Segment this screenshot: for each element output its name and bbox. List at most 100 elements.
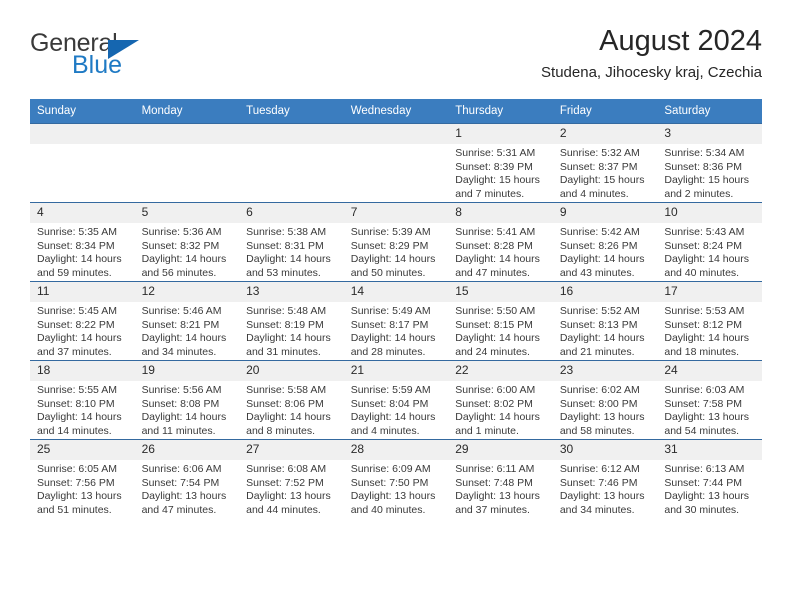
sunset-text: Sunset: 8:12 PM <box>664 318 743 331</box>
calendar-day-cell[interactable]: 11 Sunrise: 5:45 AM Sunset: 8:22 PM Dayligh… <box>30 281 135 361</box>
daylight-text-line2: and 44 minutes. <box>246 503 321 516</box>
sunrise-text: Sunrise: 5:56 AM <box>141 384 222 396</box>
calendar-day-cell[interactable]: 8 Sunrise: 5:41 AM Sunset: 8:28 PM Daylight… <box>448 202 553 282</box>
daylight-text-line2: and 31 minutes. <box>246 345 321 358</box>
calendar-week-row: 25 Sunrise: 6:05 AM Sunset: 7:56 PM Dayligh… <box>30 439 762 518</box>
calendar-day-cell[interactable]: 21 Sunrise: 5:59 AM Sunset: 8:04 PM Dayligh… <box>343 360 449 440</box>
daylight-text-line2: and 34 minutes. <box>559 503 635 516</box>
daylight-text-line1: Daylight: 14 hours <box>559 253 645 266</box>
daylight-text-line2: and 37 minutes. <box>455 503 530 516</box>
calendar-day-cell[interactable]: 23 Sunrise: 6:02 AM Sunset: 8:00 PM Dayligh… <box>552 360 658 440</box>
daylight-text-line1: Daylight: 14 hours <box>246 411 331 424</box>
daylight-text-line1: Daylight: 13 hours <box>559 411 645 424</box>
calendar-day-cell[interactable]: 16 Sunrise: 5:52 AM Sunset: 8:13 PM Dayligh… <box>552 281 658 361</box>
daylight-text-line2: and 14 minutes. <box>37 424 112 437</box>
calendar-day-cell[interactable]: 17 Sunrise: 5:53 AM Sunset: 8:12 PM Dayligh… <box>657 281 762 361</box>
day-details: Sunrise: 6:02 AM Sunset: 8:00 PM Daylight:… <box>553 381 658 438</box>
day-number: 28 <box>343 440 449 460</box>
calendar-day-cell[interactable]: 3 Sunrise: 5:34 AM Sunset: 8:36 PM Daylight… <box>657 123 762 203</box>
sunset-text: Sunset: 8:19 PM <box>246 318 324 331</box>
sunset-text: Sunset: 7:58 PM <box>664 397 743 410</box>
calendar-day-cell[interactable]: 29 Sunrise: 6:11 AM Sunset: 7:48 PM Dayligh… <box>448 439 553 518</box>
brand-logo[interactable]: General Blue <box>30 22 200 78</box>
day-number: 26 <box>134 440 240 460</box>
sunset-text: Sunset: 8:02 PM <box>455 397 533 410</box>
sunset-text: Sunset: 8:31 PM <box>246 239 324 252</box>
calendar-day-cell[interactable]: 24 Sunrise: 6:03 AM Sunset: 7:58 PM Dayligh… <box>657 360 762 440</box>
daylight-text-line2: and 40 minutes. <box>664 266 740 279</box>
calendar-day-cell[interactable]: 4 Sunrise: 5:35 AM Sunset: 8:34 PM Daylight… <box>30 202 135 282</box>
calendar-day-cell[interactable]: 27 Sunrise: 6:08 AM Sunset: 7:52 PM Dayligh… <box>239 439 344 518</box>
daylight-text-line2: and 43 minutes. <box>559 266 635 279</box>
calendar-day-cell[interactable]: 12 Sunrise: 5:46 AM Sunset: 8:21 PM Dayligh… <box>134 281 240 361</box>
calendar-day-cell[interactable]: 18 Sunrise: 5:55 AM Sunset: 8:10 PM Dayligh… <box>30 360 135 440</box>
calendar-day-cell[interactable]: 25 Sunrise: 6:05 AM Sunset: 7:56 PM Dayligh… <box>30 439 135 518</box>
day-number: 20 <box>239 361 344 381</box>
day-details: Sunrise: 6:03 AM Sunset: 7:58 PM Daylight:… <box>657 381 762 438</box>
sunrise-text: Sunrise: 6:12 AM <box>559 463 640 475</box>
day-number: 19 <box>134 361 240 381</box>
calendar-day-cell[interactable]: 28 Sunrise: 6:09 AM Sunset: 7:50 PM Dayligh… <box>343 439 449 518</box>
day-details: Sunrise: 5:41 AM Sunset: 8:28 PM Daylight:… <box>448 223 553 280</box>
calendar-day-cell[interactable]: 6 Sunrise: 5:38 AM Sunset: 8:31 PM Daylight… <box>239 202 344 282</box>
calendar-day-cell[interactable]: 15 Sunrise: 5:50 AM Sunset: 8:15 PM Dayligh… <box>448 281 553 361</box>
sunset-text: Sunset: 7:48 PM <box>455 476 533 489</box>
day-details: Sunrise: 5:56 AM Sunset: 8:08 PM Daylight:… <box>135 381 240 438</box>
day-number: 1 <box>448 124 553 144</box>
calendar-day-cell[interactable]: 5 Sunrise: 5:36 AM Sunset: 8:32 PM Daylight… <box>134 202 240 282</box>
calendar-week-row: 1 Sunrise: 5:31 AM Sunset: 8:39 PM Daylight… <box>30 123 762 203</box>
page-header: General Blue August 2024 Studena, Jihoce… <box>30 22 762 90</box>
sunrise-text: Sunrise: 6:08 AM <box>246 463 327 475</box>
calendar-day-cell[interactable]: 2 Sunrise: 5:32 AM Sunset: 8:37 PM Daylight… <box>552 123 658 203</box>
day-details: Sunrise: 5:35 AM Sunset: 8:34 PM Daylight:… <box>30 223 135 280</box>
daylight-text-line1: Daylight: 14 hours <box>455 253 540 266</box>
day-number: 30 <box>552 440 658 460</box>
calendar-day-cell[interactable]: 9 Sunrise: 5:42 AM Sunset: 8:26 PM Daylight… <box>552 202 658 282</box>
calendar-day-cell[interactable]: 20 Sunrise: 5:58 AM Sunset: 8:06 PM Dayligh… <box>239 360 344 440</box>
day-number: 4 <box>30 203 135 223</box>
daylight-text-line1: Daylight: 13 hours <box>141 490 227 503</box>
calendar-body: 1 Sunrise: 5:31 AM Sunset: 8:39 PM Daylight… <box>30 123 762 518</box>
sunrise-text: Sunrise: 5:42 AM <box>559 226 640 238</box>
sunrise-text: Sunrise: 5:52 AM <box>559 305 640 317</box>
calendar-day-cell[interactable]: 13 Sunrise: 5:48 AM Sunset: 8:19 PM Dayligh… <box>239 281 344 361</box>
sunrise-text: Sunrise: 6:11 AM <box>455 463 535 475</box>
day-details: Sunrise: 6:12 AM Sunset: 7:46 PM Daylight:… <box>553 460 658 517</box>
sunrise-text: Sunrise: 5:38 AM <box>246 226 327 238</box>
sunrise-text: Sunrise: 5:41 AM <box>455 226 536 238</box>
day-details: Sunrise: 6:11 AM Sunset: 7:48 PM Daylight:… <box>448 460 553 517</box>
calendar-day-cell[interactable]: 14 Sunrise: 5:49 AM Sunset: 8:17 PM Dayligh… <box>343 281 449 361</box>
calendar-day-cell[interactable]: 1 Sunrise: 5:31 AM Sunset: 8:39 PM Daylight… <box>448 123 553 203</box>
sunrise-text: Sunrise: 5:46 AM <box>141 305 222 317</box>
daylight-text-line2: and 50 minutes. <box>350 266 426 279</box>
sunset-text: Sunset: 7:56 PM <box>37 476 115 489</box>
calendar-day-cell[interactable]: 26 Sunrise: 6:06 AM Sunset: 7:54 PM Dayligh… <box>134 439 240 518</box>
daylight-text-line2: and 59 minutes. <box>37 266 112 279</box>
daylight-text-line1: Daylight: 14 hours <box>559 332 645 345</box>
sunrise-text: Sunrise: 5:58 AM <box>246 384 327 396</box>
day-number <box>134 124 240 144</box>
calendar-day-cell[interactable]: 22 Sunrise: 6:00 AM Sunset: 8:02 PM Dayligh… <box>448 360 553 440</box>
daylight-text-line2: and 56 minutes. <box>141 266 217 279</box>
sunset-text: Sunset: 8:15 PM <box>455 318 533 331</box>
daylight-text-line1: Daylight: 14 hours <box>455 411 540 424</box>
sunset-text: Sunset: 7:44 PM <box>664 476 743 489</box>
day-details: Sunrise: 5:36 AM Sunset: 8:32 PM Daylight:… <box>135 223 240 280</box>
daylight-text-line2: and 2 minutes. <box>664 187 734 200</box>
day-details: Sunrise: 5:50 AM Sunset: 8:15 PM Daylight:… <box>448 302 553 359</box>
day-details: Sunrise: 5:45 AM Sunset: 8:22 PM Daylight:… <box>30 302 135 359</box>
calendar-day-cell[interactable]: 7 Sunrise: 5:39 AM Sunset: 8:29 PM Daylight… <box>343 202 449 282</box>
calendar-week-row: 11 Sunrise: 5:45 AM Sunset: 8:22 PM Dayligh… <box>30 281 762 361</box>
calendar-day-cell[interactable]: 10 Sunrise: 5:43 AM Sunset: 8:24 PM Dayligh… <box>657 202 762 282</box>
daylight-text-line1: Daylight: 14 hours <box>246 253 331 266</box>
day-number: 10 <box>657 203 762 223</box>
calendar-day-cell[interactable]: 19 Sunrise: 5:56 AM Sunset: 8:08 PM Dayligh… <box>134 360 240 440</box>
day-number: 6 <box>239 203 344 223</box>
day-number: 17 <box>657 282 762 302</box>
sunset-text: Sunset: 7:52 PM <box>246 476 324 489</box>
weekday-header-saturday: Saturday <box>657 99 762 124</box>
calendar-day-cell[interactable]: 31 Sunrise: 6:13 AM Sunset: 7:44 PM Dayligh… <box>657 439 762 518</box>
weekday-header-thursday: Thursday <box>448 99 553 124</box>
calendar-day-cell-empty <box>134 123 240 203</box>
calendar-day-cell[interactable]: 30 Sunrise: 6:12 AM Sunset: 7:46 PM Dayligh… <box>552 439 658 518</box>
